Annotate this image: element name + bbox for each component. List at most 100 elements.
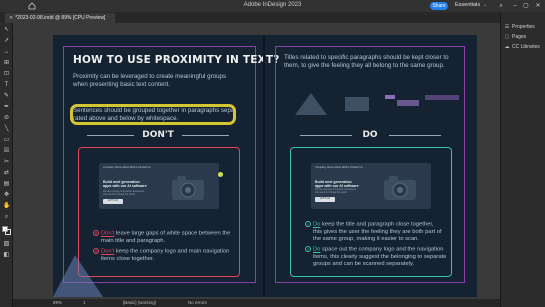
do-panel: Company Home About Works Contact Us Buil…	[290, 147, 452, 277]
close-tab-icon[interactable]: ✕	[9, 15, 13, 21]
zoom-level[interactable]: 89%	[53, 300, 62, 305]
scissors-tool-icon[interactable]: ✂	[3, 159, 10, 166]
camera-illustration-icon	[172, 176, 204, 200]
pen-tool-icon[interactable]: ✒	[3, 104, 10, 111]
gap-tool-icon[interactable]: ↔	[3, 49, 10, 56]
stroke-swatch[interactable]	[5, 229, 11, 235]
bullet-text-line: groups and can be scanned separately.	[313, 261, 415, 268]
close-icon[interactable]: ✕	[534, 2, 542, 10]
app-bar: Adobe InDesign 2023 Share Essentials ⌄ ⌕…	[0, 0, 545, 12]
right-page[interactable]: Titles related to specific paragraphs sh…	[265, 35, 477, 297]
mockup-title: Build next generation apps with our AI s…	[103, 180, 147, 189]
zoom-tool-icon[interactable]: ⌕	[3, 214, 10, 221]
left-page[interactable]: HOW TO USE PROXIMITY IN TEXT? Proximity …	[53, 35, 279, 297]
intro-line: when presenting basic text content.	[73, 81, 170, 88]
bullet-keyword: Don't	[101, 248, 115, 255]
rectangle-tool-icon[interactable]: ▭	[3, 137, 10, 144]
pages-icon: ▢	[504, 34, 510, 40]
document-tab-label: *2023-02-08.indd @ 89% [CPU Preview]	[15, 15, 106, 21]
cursor-indicator	[218, 172, 223, 177]
mockup-button: LET'S GO	[103, 199, 123, 204]
intro-line: them, to give the feeling they all belon…	[284, 62, 445, 69]
minimize-icon[interactable]: –	[511, 2, 519, 10]
hand-tool-icon[interactable]: ✋	[3, 203, 10, 210]
tools-panel: ↖ ↗ ↔ ⊞ ⊡ T ✎ ✒ ⊘ ╲ ▭ ☒ ✂ ⇄ ▤ ✥ ✋ ⌕ ▨ ◧	[0, 23, 13, 307]
decorative-shape	[53, 255, 103, 297]
divider	[87, 135, 134, 136]
do-heading: DO	[362, 130, 378, 140]
mockup-nav: Company Home About Works Contact Us	[103, 166, 151, 169]
panel-tab-label: Pages	[512, 34, 527, 40]
bullet-text: keep the title and paragraph close toget…	[320, 221, 434, 228]
status-bar: 89% 1 [Basic] (working) No errors	[13, 299, 500, 307]
ellipse-frame-tool-icon[interactable]: ⊘	[3, 115, 10, 122]
document-canvas[interactable]: HOW TO USE PROXIMITY IN TEXT? Proximity …	[13, 23, 500, 307]
chevron-down-icon[interactable]: ⌄	[483, 2, 487, 8]
camera-illustration-icon	[384, 176, 416, 200]
dont-heading: DON'T	[142, 130, 174, 140]
panel-tab-label: Properties	[512, 24, 535, 30]
search-icon[interactable]: ⌕	[497, 2, 505, 10]
pencil-tool-icon[interactable]: ✎	[3, 93, 10, 100]
highlight-annotation	[70, 104, 236, 125]
cc-libraries-panel-tab[interactable]: ☁ CC Libraries	[504, 44, 540, 50]
intro-line: Proximity can be leveraged to create mea…	[73, 73, 227, 80]
mockup-button: LET'S GO	[315, 197, 335, 202]
check-icon: ✓	[305, 221, 311, 227]
content-collector-icon[interactable]: ⊡	[3, 71, 10, 78]
gradient-tool-icon[interactable]: ▤	[3, 181, 10, 188]
check-icon: ✓	[305, 246, 311, 252]
divider	[389, 135, 441, 136]
do-bullet-2: ✓ Do space out the company logo and the n…	[305, 246, 446, 269]
bullet-keyword: Don't	[101, 230, 115, 237]
document-tab[interactable]: ✕ *2023-02-08.indd @ 89% [CPU Preview]	[5, 13, 115, 23]
selection-tool-icon[interactable]: ↖	[3, 27, 10, 34]
dont-bullet-2: ✕ Don't keep the company logo and main na…	[93, 248, 229, 263]
screen-mode-icon[interactable]: ◧	[3, 252, 10, 259]
document-tab-strip: ✕ *2023-02-08.indd @ 89% [CPU Preview]	[0, 12, 500, 23]
mockup-title-line: apps with our AI software	[103, 184, 147, 189]
bullet-text: keep the company logo and main navigatio…	[114, 248, 230, 255]
cross-icon: ✕	[93, 230, 99, 236]
eyedropper-tool-icon[interactable]: ✥	[3, 192, 10, 199]
website-mockup: Company Home About Works Contact Us Buil…	[311, 163, 431, 209]
mockup-subtitle: We are a group of dynamic developers who…	[103, 190, 144, 197]
intro-line: Titles related to specific paragraphs sh…	[284, 54, 449, 61]
rectangle-frame-tool-icon[interactable]: ☒	[3, 148, 10, 155]
preflight-profile[interactable]: [Basic] (working)	[123, 300, 156, 305]
dont-bullet-1: ✕ Don't leave large gaps of white space b…	[93, 230, 230, 245]
panel-tab-label: CC Libraries	[512, 44, 540, 50]
line-tool-icon[interactable]: ╲	[3, 126, 10, 133]
mockup-nav: Company Home About Works Contact Us	[315, 166, 363, 169]
page-number[interactable]: 1	[83, 300, 86, 305]
properties-icon: ☰	[504, 24, 510, 30]
direct-selection-tool-icon[interactable]: ↗	[3, 38, 10, 45]
page-tool-icon[interactable]: ⊞	[3, 60, 10, 67]
bullet-text: space out the company logo and the navig…	[320, 246, 444, 253]
bullet-text-line: the same group, making it easier to scan…	[313, 236, 420, 243]
intro-paragraph: Titles related to specific paragraphs sh…	[284, 54, 449, 70]
bullet-text: leave large gaps of white space between …	[114, 230, 231, 237]
page-spread: HOW TO USE PROXIMITY IN TEXT? Proximity …	[53, 35, 477, 297]
website-mockup: Company Home About Works Contact Us Buil…	[99, 163, 219, 209]
properties-panel-tab[interactable]: ☰ Properties	[504, 24, 535, 30]
pages-panel-tab[interactable]: ▢ Pages	[504, 34, 527, 40]
share-button[interactable]: Share	[430, 2, 448, 10]
decorative-shapes	[295, 93, 459, 115]
page-title: HOW TO USE PROXIMITY IN TEXT?	[73, 54, 280, 66]
panels-dock: ☰ Properties ▢ Pages ☁ CC Libraries	[500, 12, 545, 307]
mockup-subtitle-line: who want to change the world	[103, 192, 135, 196]
maximize-icon[interactable]: ▢	[522, 2, 530, 10]
workspace-switcher[interactable]: Essentials	[455, 2, 480, 8]
free-transform-tool-icon[interactable]: ⇄	[3, 170, 10, 177]
bullet-text-line: items close together.	[101, 255, 155, 262]
bullet-text-line: main title and paragraph.	[101, 237, 166, 244]
cloud-icon: ☁	[504, 44, 510, 50]
divider	[182, 135, 229, 136]
mockup-subtitle-line: who want to change the world	[315, 190, 347, 194]
formatting-affects-container-icon[interactable]: ▨	[3, 241, 10, 248]
do-bullet-1: ✓ Do keep the title and paragraph close t…	[305, 221, 442, 244]
preflight-status: No errors	[188, 300, 207, 305]
mockup-subtitle: We are a group of dynamic developers who…	[315, 188, 356, 195]
type-tool-icon[interactable]: T	[3, 82, 10, 89]
